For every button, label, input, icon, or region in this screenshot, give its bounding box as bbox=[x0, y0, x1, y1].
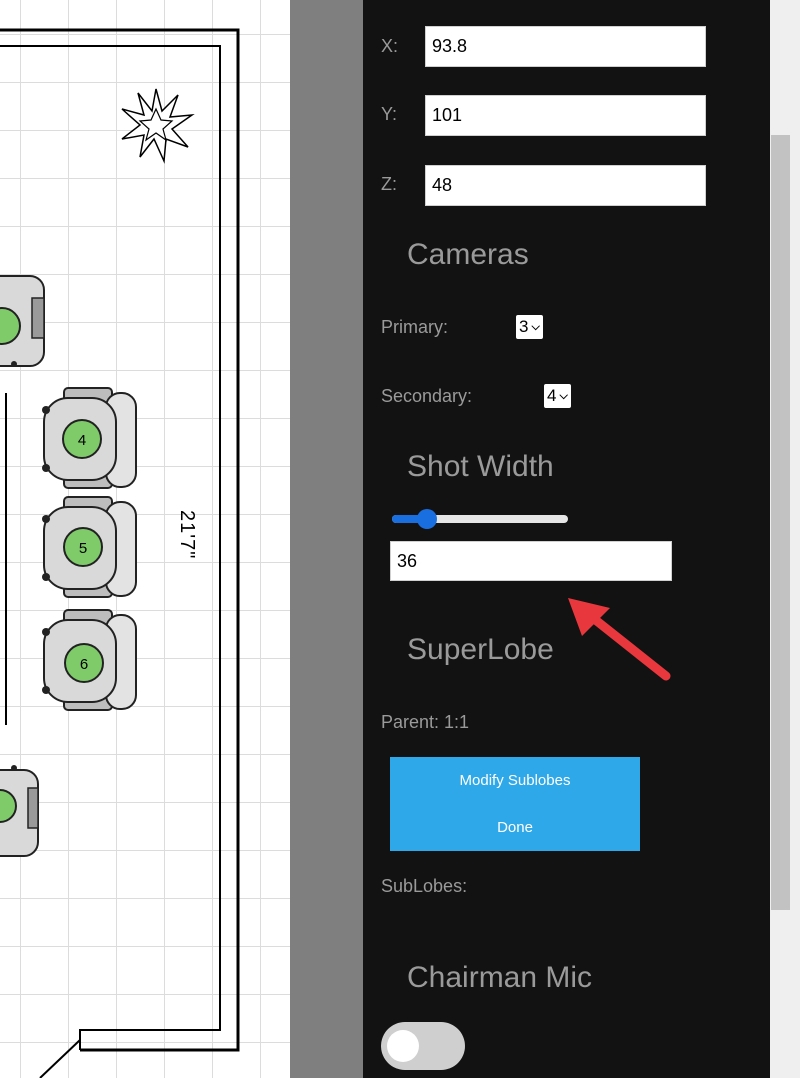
secondary-camera-value: 4 bbox=[547, 386, 557, 405]
primary-camera-label: Primary: bbox=[381, 317, 448, 337]
modify-sublobes-button[interactable]: Modify Sublobes Done bbox=[390, 757, 640, 851]
seat-5-number: 5 bbox=[79, 540, 87, 557]
z-input[interactable] bbox=[425, 165, 706, 206]
shot-width-input[interactable] bbox=[390, 541, 672, 581]
shot-width-heading: Shot Width bbox=[407, 450, 554, 483]
primary-camera-value: 3 bbox=[519, 317, 529, 336]
chevron-down-icon: ⌵ bbox=[559, 389, 568, 402]
plant-icon bbox=[121, 88, 195, 164]
secondary-camera-select[interactable]: 4 ⌵ bbox=[544, 384, 571, 408]
chair-partial-top bbox=[0, 275, 45, 367]
chevron-down-icon: ⌵ bbox=[531, 320, 540, 333]
shot-width-slider-thumb[interactable] bbox=[417, 509, 437, 529]
scrollbar-thumb[interactable] bbox=[771, 135, 790, 910]
primary-camera-select[interactable]: 3 ⌵ bbox=[516, 315, 543, 339]
y-input[interactable] bbox=[425, 95, 706, 136]
done-button[interactable]: Done bbox=[390, 819, 640, 836]
chairman-mic-toggle[interactable] bbox=[381, 1022, 465, 1070]
seat-6[interactable] bbox=[42, 609, 137, 711]
floorplan-drawing: 4 5 6 bbox=[0, 28, 240, 1078]
toggle-knob bbox=[387, 1030, 419, 1062]
door-swing-line bbox=[39, 1039, 81, 1078]
y-label: Y: bbox=[381, 104, 398, 124]
z-label: Z: bbox=[381, 174, 397, 194]
cameras-heading: Cameras bbox=[407, 238, 529, 271]
x-label: X: bbox=[381, 36, 399, 56]
seat-4[interactable] bbox=[42, 387, 137, 489]
chairman-mic-heading: Chairman Mic bbox=[407, 961, 593, 994]
seat-6-number: 6 bbox=[80, 656, 88, 673]
panel-divider bbox=[290, 0, 363, 1078]
secondary-camera-label: Secondary: bbox=[381, 386, 473, 406]
seat-5[interactable] bbox=[42, 496, 137, 598]
room-dimension-label: 21'7" bbox=[176, 510, 198, 560]
modify-sublobes-label: Modify Sublobes bbox=[459, 772, 571, 789]
parent-label: Parent: 1:1 bbox=[381, 712, 470, 732]
chair-partial-bottom bbox=[0, 765, 39, 857]
sublobes-label: SubLobes: bbox=[381, 876, 468, 896]
superlobe-heading: SuperLobe bbox=[407, 633, 554, 666]
seat-4-number: 4 bbox=[78, 432, 86, 449]
x-input[interactable] bbox=[425, 26, 706, 67]
properties-panel bbox=[363, 0, 770, 1078]
floorplan-canvas[interactable]: 4 5 6 21'7" bbox=[0, 0, 290, 1078]
annotation-arrow-icon bbox=[568, 598, 671, 681]
